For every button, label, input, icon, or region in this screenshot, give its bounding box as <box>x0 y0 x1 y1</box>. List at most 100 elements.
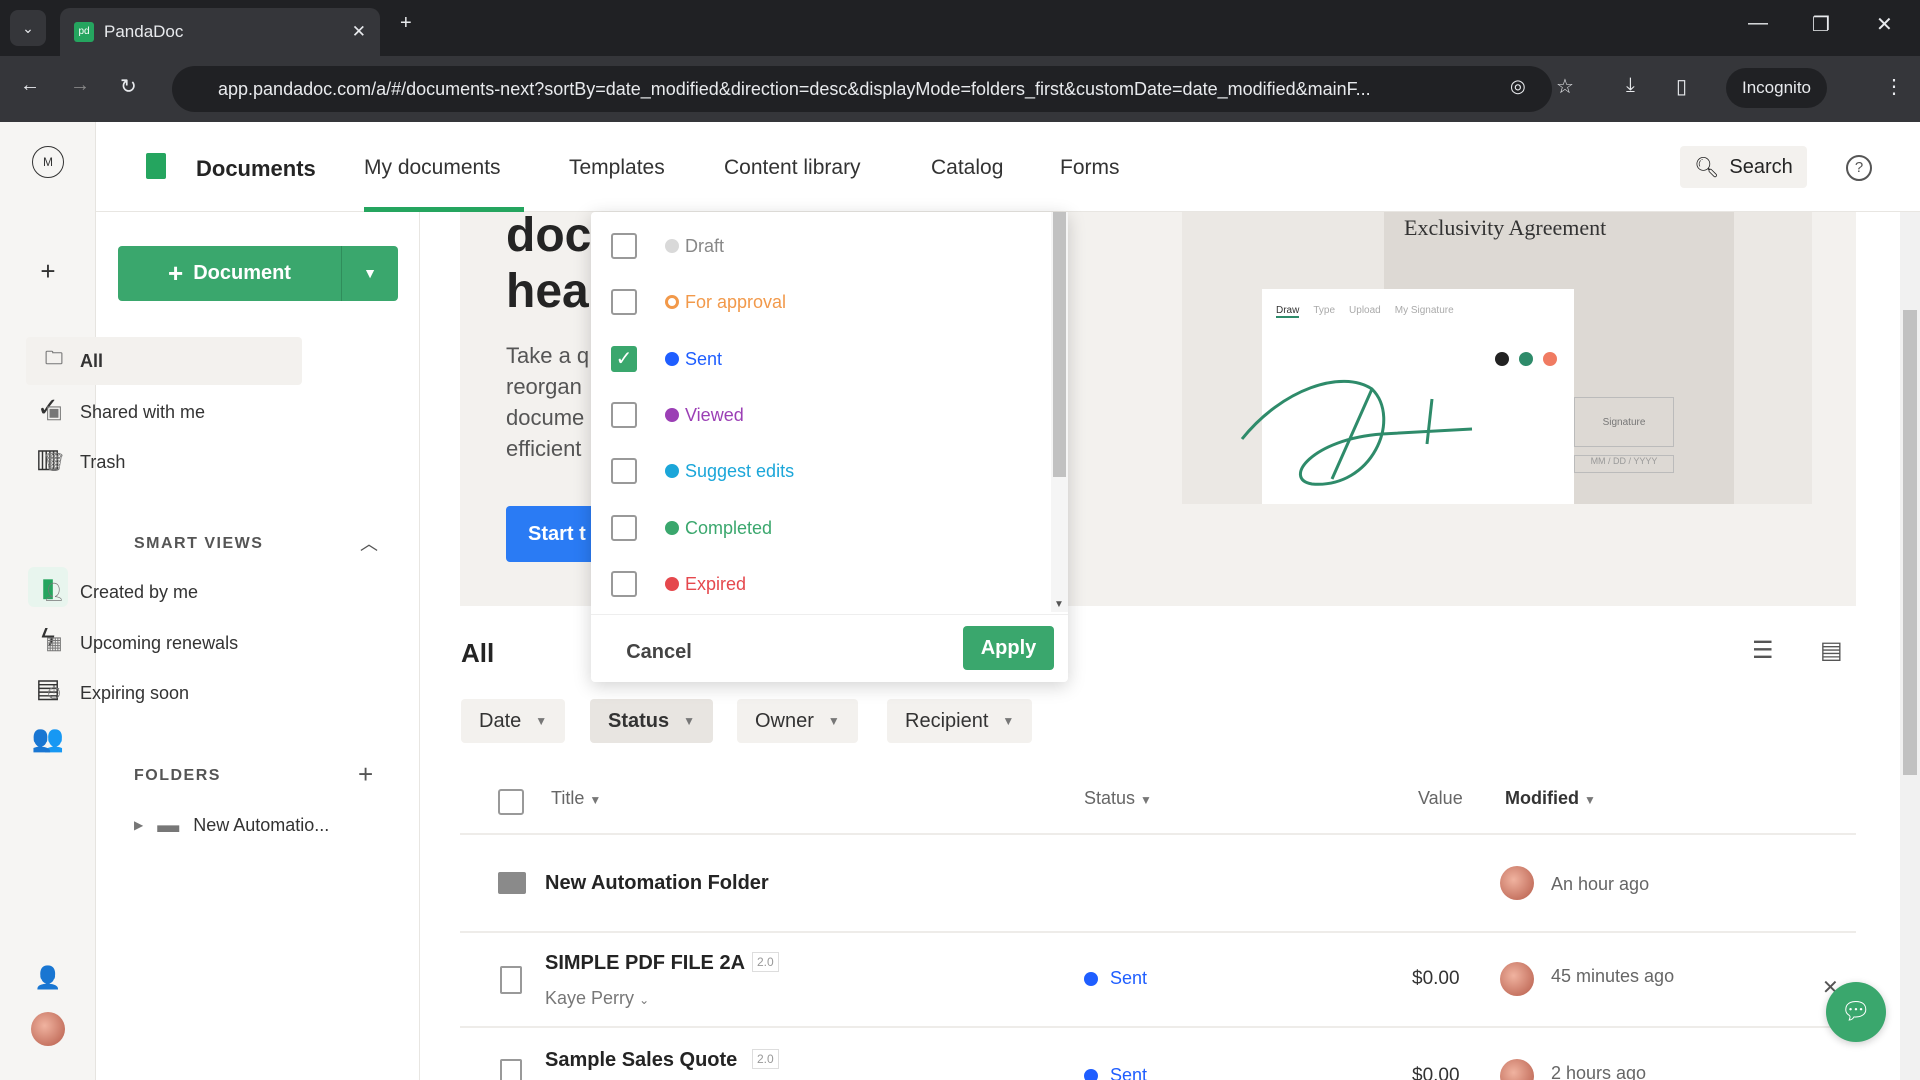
search-button[interactable]: 🔍︎ Search <box>1680 146 1807 188</box>
status-option-draft[interactable]: Draft <box>611 223 724 269</box>
status-option-suggest-edits[interactable]: Suggest edits <box>611 448 794 494</box>
workspace-logo[interactable]: M <box>32 146 64 178</box>
back-icon[interactable]: ← <box>20 74 40 97</box>
download-icon[interactable]: ⤓ <box>1626 74 1635 97</box>
sidebar-item-shared[interactable]: ▣ Shared with me <box>26 388 302 436</box>
smart-view-label: Upcoming renewals <box>80 632 239 653</box>
status-label: Sent <box>1110 1065 1148 1080</box>
new-document-dropdown-icon[interactable]: ▼ <box>342 246 398 301</box>
restore-icon[interactable]: ❐ <box>1812 12 1830 37</box>
status-dot <box>665 239 679 253</box>
smart-view-created-by-me[interactable]: 👤︎ Created by me <box>26 568 302 616</box>
browser-tab-bar: ⌄ pd PandaDoc ✕ + — ❐ ✕ <box>0 0 1920 56</box>
status-option-sent[interactable]: ✓ Sent <box>611 336 722 382</box>
contacts-icon[interactable]: 👥 <box>28 718 68 758</box>
create-plus-icon[interactable]: + <box>28 251 68 291</box>
filter-date[interactable]: Date ▼ <box>461 699 566 743</box>
browser-tab[interactable]: pd PandaDoc ✕ <box>60 8 380 56</box>
checkbox[interactable] <box>611 289 637 315</box>
minimize-icon[interactable]: — <box>1748 12 1768 35</box>
document-icon <box>500 966 522 994</box>
incognito-badge[interactable]: Incognito <box>1726 68 1827 108</box>
filter-status[interactable]: Status ▼ <box>590 699 714 743</box>
new-tab-icon[interactable]: + <box>400 12 412 35</box>
tab-catalog[interactable]: Catalog <box>931 156 1003 180</box>
option-label: Expired <box>685 573 747 594</box>
add-folder-icon[interactable]: + <box>358 759 373 790</box>
tab-search-icon[interactable]: ⌄ <box>10 10 46 46</box>
bookmark-star-icon[interactable]: ☆ <box>1556 74 1574 99</box>
signature-scribble <box>1240 379 1473 486</box>
status-option-expired[interactable]: Expired <box>611 561 746 607</box>
help-icon[interactable]: ? <box>1846 155 1872 181</box>
filter-label: Date <box>479 709 522 732</box>
status-badge: Sent <box>1084 1065 1147 1080</box>
tab-content-library[interactable]: Content library <box>724 156 861 180</box>
smart-view-expiring-soon[interactable]: ⏱︎ Expiring soon <box>26 669 302 717</box>
column-label: Status <box>1084 788 1136 808</box>
option-label: Sent <box>685 348 723 369</box>
option-label: Completed <box>685 517 773 538</box>
status-dot <box>665 295 679 309</box>
table-row[interactable]: Sample Sales Quote 2.0 Sent $0.00 2 hour… <box>460 1029 1856 1080</box>
url-bar[interactable]: app.pandadoc.com/a/#/documents-next?sort… <box>172 66 1552 112</box>
table-row[interactable]: SIMPLE PDF FILE 2A 2.0 Kaye Perry ⌄ Sent… <box>460 934 1856 1026</box>
sidebar-item-trash[interactable]: 🗑︎ Trash <box>26 438 302 486</box>
banner-text-line: efficient <box>506 436 582 461</box>
row-title[interactable]: Sample Sales Quote <box>545 1049 737 1072</box>
filter-owner[interactable]: Owner ▼ <box>737 699 858 743</box>
forward-icon[interactable]: → <box>70 74 90 97</box>
sidebar-item-all[interactable]: 🗀 All <box>26 337 302 385</box>
eye-off-icon[interactable]: ◎ <box>1510 76 1526 97</box>
column-title[interactable]: Title ▼ <box>551 788 601 809</box>
user-avatar[interactable] <box>31 1012 65 1046</box>
side-panel-icon[interactable]: ▯ <box>1676 74 1687 99</box>
status-option-for-approval[interactable]: For approval <box>611 279 786 325</box>
status-dot <box>665 408 679 422</box>
invite-user-icon[interactable]: 👤 <box>28 958 68 998</box>
page-scrollbar[interactable] <box>1900 212 1920 1080</box>
select-all-checkbox[interactable] <box>498 789 524 815</box>
column-status[interactable]: Status ▼ <box>1084 788 1152 809</box>
checkbox-checked[interactable]: ✓ <box>611 346 637 372</box>
folder-item[interactable]: ▶ ▬ New Automatio... <box>134 812 329 838</box>
tab-my-documents[interactable]: My documents <box>364 156 501 180</box>
row-value: $0.00 <box>1412 968 1460 989</box>
checkbox[interactable] <box>611 458 637 484</box>
row-title[interactable]: SIMPLE PDF FILE 2A <box>545 952 745 975</box>
tab-templates[interactable]: Templates <box>569 156 665 180</box>
option-label: Suggest edits <box>685 460 795 481</box>
checkbox[interactable] <box>611 571 637 597</box>
reload-icon[interactable]: ↻ <box>120 74 137 99</box>
collapse-chevron-icon[interactable]: ︿ <box>360 530 378 556</box>
row-title[interactable]: New Automation Folder <box>545 872 769 895</box>
version-badge: 2.0 <box>752 952 779 972</box>
new-document-button[interactable]: + Document ▼ <box>118 246 398 301</box>
table-row[interactable]: New Automation Folder An hour ago <box>460 836 1856 931</box>
status-option-viewed[interactable]: Viewed <box>611 392 744 438</box>
cancel-button[interactable]: Cancel <box>609 630 709 674</box>
sig-tab: Upload <box>1349 305 1381 316</box>
list-view-icon[interactable]: ▤ <box>1820 636 1843 665</box>
filter-recipient[interactable]: Recipient ▼ <box>887 699 1033 743</box>
checkbox[interactable] <box>611 233 637 259</box>
browser-menu-icon[interactable]: ⋮ <box>1884 74 1904 99</box>
checkbox[interactable] <box>611 515 637 541</box>
close-window-icon[interactable]: ✕ <box>1876 12 1893 37</box>
calendar-icon: ▦ <box>45 632 63 653</box>
apply-button[interactable]: Apply <box>963 626 1054 670</box>
status-option-completed[interactable]: Completed <box>611 505 772 551</box>
close-tab-icon[interactable]: ✕ <box>352 22 366 42</box>
tab-forms[interactable]: Forms <box>1060 156 1120 180</box>
search-label: Search <box>1729 155 1793 178</box>
filter-icon[interactable]: ☰ <box>1752 636 1774 665</box>
owner-dropdown[interactable]: Kaye Perry ⌄ <box>545 988 649 1009</box>
dropdown-scrollbar[interactable]: ▼ <box>1051 212 1068 612</box>
checkbox[interactable] <box>611 402 637 428</box>
page-title: Documents <box>196 156 316 181</box>
smart-view-upcoming-renewals[interactable]: ▦ Upcoming renewals <box>26 619 302 667</box>
status-dot <box>665 464 679 478</box>
chat-bubble-icon[interactable]: 💬︎ <box>1826 982 1886 1042</box>
column-modified[interactable]: Modified ▼ <box>1505 788 1596 809</box>
expand-caret-icon[interactable]: ▶ <box>134 818 143 832</box>
